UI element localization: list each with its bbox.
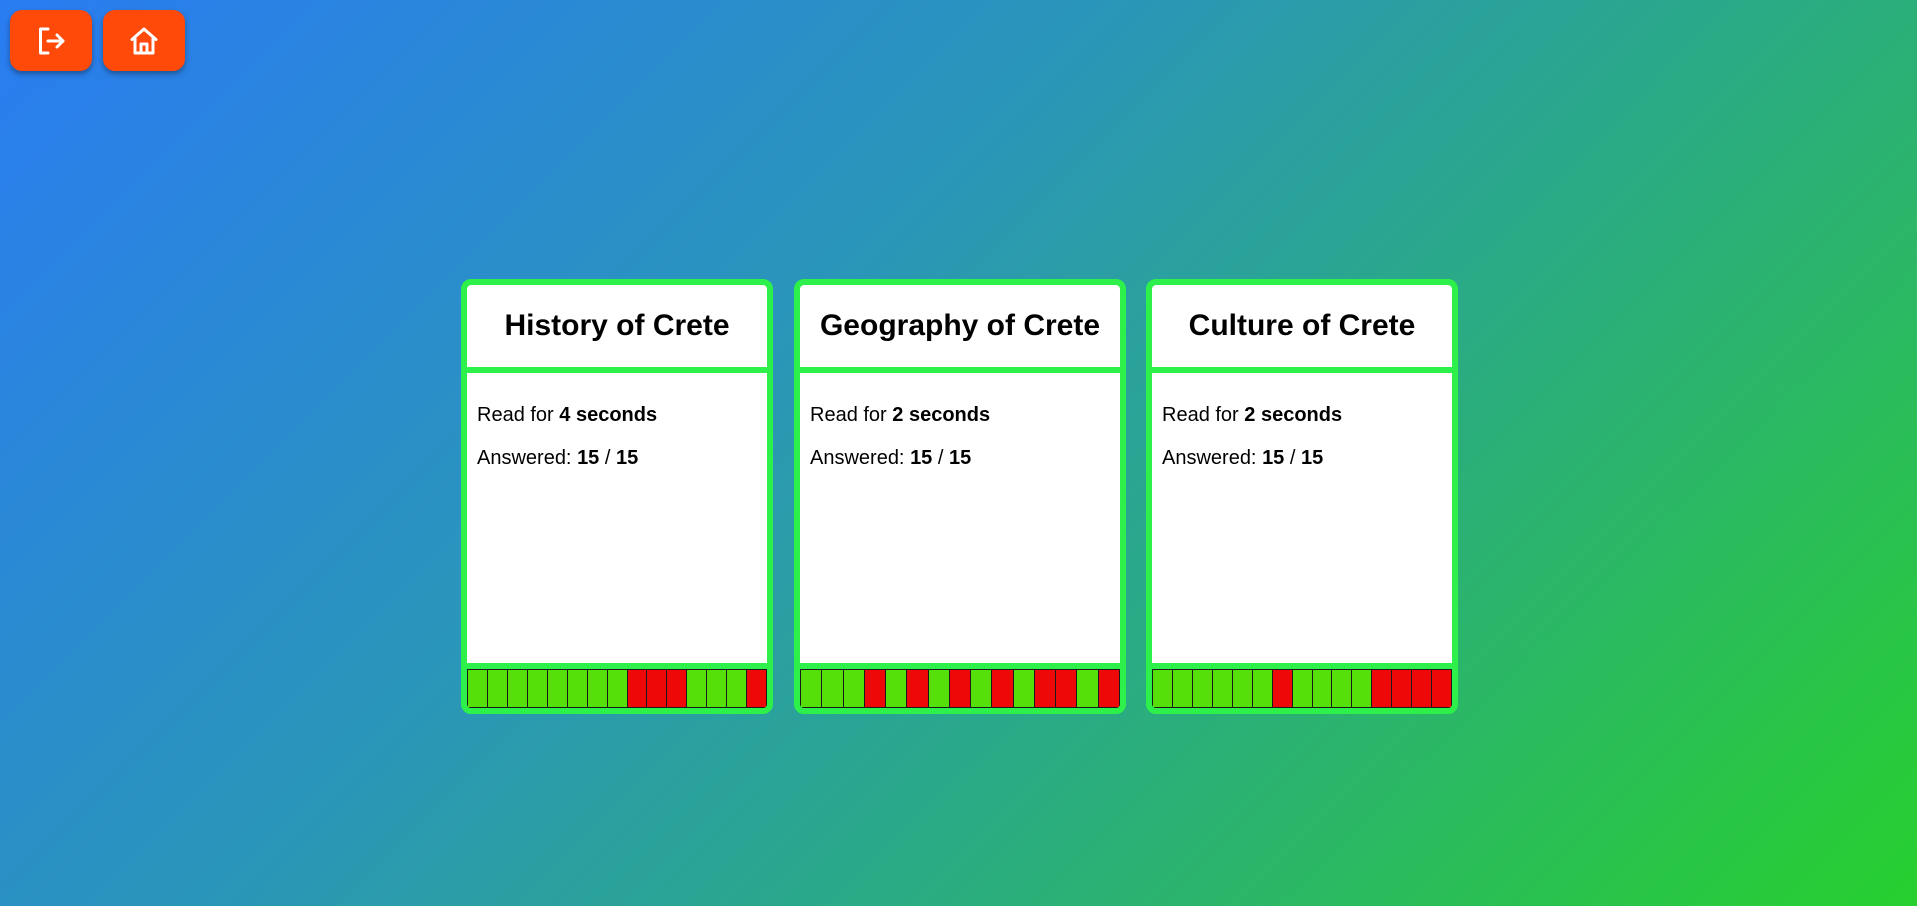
card-body: Read for 2 seconds Answered: 15 / 15 (800, 373, 1120, 663)
logout-button[interactable] (10, 10, 92, 71)
home-button[interactable] (103, 10, 185, 71)
read-time-line: Read for 2 seconds (810, 404, 991, 426)
result-segment-correct (842, 669, 865, 708)
result-segment-correct (800, 669, 823, 708)
total-count: 15 (1300, 447, 1324, 469)
result-segment-correct (586, 669, 608, 708)
card-title: History of Crete (467, 285, 767, 367)
result-segment-incorrect (906, 669, 929, 708)
result-segment-correct (1351, 669, 1373, 708)
result-segment-correct (1231, 669, 1253, 708)
result-segment-correct (606, 669, 628, 708)
result-segment-incorrect (1055, 669, 1078, 708)
result-segment-correct (1012, 669, 1035, 708)
result-segment-correct (686, 669, 708, 708)
answered-count: 15 (577, 447, 600, 469)
result-segment-incorrect (863, 669, 887, 708)
result-segment-correct (1152, 669, 1173, 708)
result-segment-incorrect (991, 669, 1014, 708)
result-segment-incorrect (1097, 669, 1120, 708)
result-segment-incorrect (1371, 669, 1393, 708)
answered-line: Answered: 15 / 15 (477, 447, 639, 469)
result-segment-correct (726, 669, 748, 708)
answered-count: 15 (1262, 447, 1285, 469)
result-segment-correct (1251, 669, 1273, 708)
results-bar (800, 669, 1120, 708)
result-segment-correct (506, 669, 528, 708)
results-bar (1152, 669, 1452, 708)
card-body: Read for 4 seconds Answered: 15 / 15 (467, 373, 767, 663)
result-segment-correct (546, 669, 568, 708)
result-segment-correct (1076, 669, 1099, 708)
result-segment-correct (1311, 669, 1333, 708)
result-segment-incorrect (1411, 669, 1433, 708)
answered-count: 15 (910, 447, 933, 469)
result-segment-incorrect (948, 669, 972, 708)
read-time-line: Read for 4 seconds (477, 404, 658, 426)
total-count: 15 (948, 447, 972, 469)
result-segment-correct (1171, 669, 1193, 708)
topic-card-history[interactable]: History of Crete Read for 4 seconds Answ… (461, 279, 773, 714)
result-segment-incorrect (646, 669, 668, 708)
result-segment-correct (526, 669, 548, 708)
total-count: 15 (615, 447, 639, 469)
result-segment-correct (927, 669, 950, 708)
results-bar (467, 669, 767, 708)
result-segment-correct (821, 669, 844, 708)
result-segment-incorrect (626, 669, 648, 708)
result-segment-incorrect (1033, 669, 1057, 708)
topic-cards: History of Crete Read for 4 seconds Answ… (0, 279, 1917, 714)
result-segment-incorrect (746, 669, 767, 708)
result-segment-correct (706, 669, 728, 708)
logout-icon (39, 27, 65, 54)
card-title: Culture of Crete (1152, 285, 1452, 367)
read-time-value: 2 seconds (892, 404, 991, 426)
result-segment-incorrect (666, 669, 688, 708)
result-segment-correct (486, 669, 508, 708)
result-segment-correct (1211, 669, 1233, 708)
read-time-value: 4 seconds (559, 404, 658, 426)
result-segment-incorrect (1431, 669, 1452, 708)
answered-line: Answered: 15 / 15 (810, 447, 972, 469)
result-segment-correct (566, 669, 588, 708)
result-segment-correct (1291, 669, 1313, 708)
result-segment-correct (467, 669, 488, 708)
result-segment-incorrect (1271, 669, 1293, 708)
topic-card-culture[interactable]: Culture of Crete Read for 2 seconds Answ… (1146, 279, 1458, 714)
result-segment-correct (1331, 669, 1353, 708)
result-segment-correct (885, 669, 908, 708)
read-time-line: Read for 2 seconds (1162, 404, 1343, 426)
card-body: Read for 2 seconds Answered: 15 / 15 (1152, 373, 1452, 663)
result-segment-incorrect (1391, 669, 1413, 708)
home-icon (130, 27, 158, 54)
result-segment-correct (1191, 669, 1213, 708)
answered-line: Answered: 15 / 15 (1162, 447, 1324, 469)
read-time-value: 2 seconds (1244, 404, 1343, 426)
card-title: Geography of Crete (800, 285, 1120, 367)
result-segment-correct (970, 669, 993, 708)
topic-card-geography[interactable]: Geography of Crete Read for 2 seconds An… (794, 279, 1126, 714)
